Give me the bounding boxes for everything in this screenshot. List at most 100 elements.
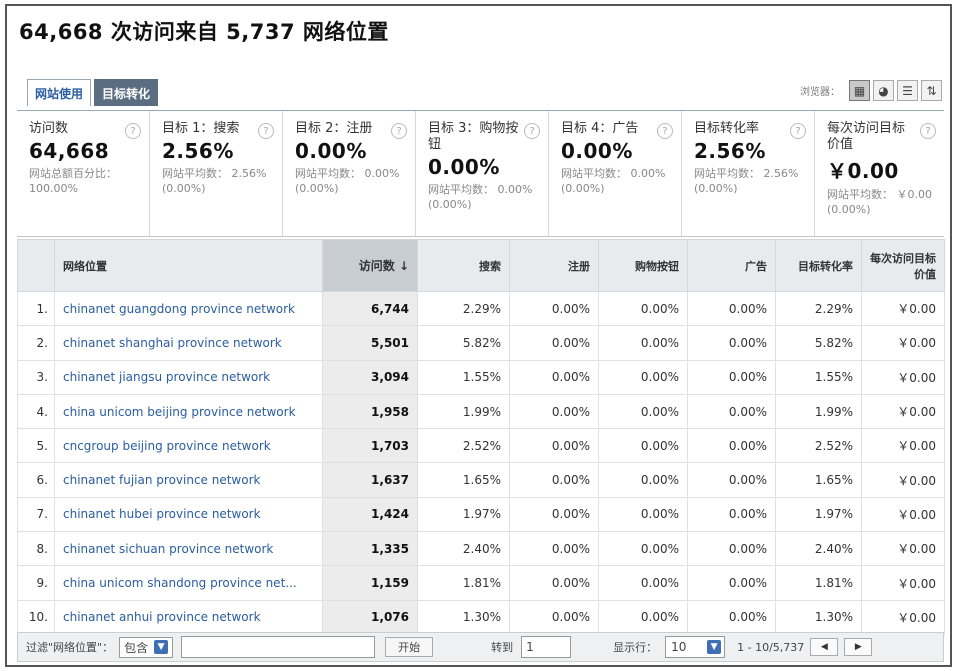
page-title: 64,668 次访问来自 5,737 网络位置 — [19, 20, 389, 44]
search-cell: 2.52% — [417, 428, 510, 464]
help-icon[interactable]: ? — [391, 123, 407, 139]
value-cell: ￥0.00 — [861, 428, 945, 464]
view-label: 浏览器： — [800, 87, 840, 98]
table-view-button[interactable]: ▦ — [849, 80, 870, 101]
rate-cell: 5.82% — [775, 325, 862, 361]
network-link[interactable]: china unicom shandong province net... — [54, 565, 323, 601]
ads-cell: 0.00% — [687, 290, 776, 327]
compare-icon: ⇅ — [926, 83, 937, 98]
table-row: 3. chinanet jiangsu province network 3,0… — [17, 359, 945, 395]
metric-sub: 网站平均数： 0.00% (0.00%) — [428, 183, 533, 211]
summary-metrics: 访问数 64,668 网站总额百分比： 100.00% ? 目标 1：搜索 2.… — [17, 110, 944, 237]
table-row: 2. chinanet shanghai province network 5,… — [17, 325, 945, 361]
rows-per-page-select[interactable]: 10 ▼ — [665, 636, 726, 658]
help-icon[interactable]: ? — [524, 123, 540, 139]
shopping-cell: 0.00% — [598, 565, 688, 601]
table-row: 9. china unicom shandong province net...… — [17, 565, 945, 601]
help-icon[interactable]: ? — [790, 123, 806, 139]
pie-chart-icon: ◕ — [878, 83, 889, 98]
metric-value: 64,668 — [29, 139, 110, 163]
pie-view-button[interactable]: ◕ — [873, 80, 894, 101]
shopping-cell: 0.00% — [598, 428, 688, 464]
help-icon[interactable]: ? — [125, 123, 141, 139]
table-row: 6. chinanet fujian province network 1,63… — [17, 462, 945, 498]
header-value-per-visit[interactable]: 每次访问目标价值 — [861, 239, 945, 292]
metric-value: 0.00% — [428, 155, 500, 179]
help-icon[interactable]: ? — [657, 123, 673, 139]
table-row: 4. china unicom beijing province network… — [17, 393, 945, 430]
header-search[interactable]: 搜索 — [417, 239, 510, 292]
rate-cell: 1.55% — [775, 359, 862, 395]
value-cell: ￥0.00 — [861, 565, 945, 601]
row-index: 5. — [17, 428, 55, 464]
help-icon[interactable]: ? — [258, 123, 274, 139]
metric-visits: 访问数 64,668 网站总额百分比： 100.00% ? — [17, 111, 150, 236]
metric-sub: 网站平均数： ￥0.00 (0.00%) — [827, 188, 932, 216]
filter-go-button[interactable]: 开始 — [385, 637, 434, 657]
network-link[interactable]: chinanet sichuan province network — [54, 531, 323, 567]
register-cell: 0.00% — [509, 496, 599, 533]
prev-page-button[interactable]: ◀ — [810, 638, 839, 656]
ads-cell: 0.00% — [687, 599, 776, 635]
header-conversion-rate[interactable]: 目标转化率 — [775, 239, 862, 292]
rate-cell: 2.40% — [775, 531, 862, 567]
performance-view-button[interactable]: ☰ — [897, 80, 918, 101]
page-input[interactable]: 1 — [521, 636, 572, 658]
visits-cell: 1,703 — [322, 428, 418, 464]
shopping-cell: 0.00% — [598, 290, 688, 327]
header-shopping-button[interactable]: 购物按钮 — [598, 239, 688, 292]
tab-site-usage[interactable]: 网站使用 — [27, 79, 92, 106]
metric-value: ￥0.00 — [827, 159, 899, 183]
table-header-row: 网络位置 访问数 ↓ 搜索 注册 购物按钮 广告 目标转化率 每次访问目标价值 — [17, 239, 945, 292]
search-cell: 2.40% — [417, 531, 510, 567]
shopping-cell: 0.00% — [598, 325, 688, 361]
value-cell: ￥0.00 — [861, 531, 945, 567]
rate-cell: 1.81% — [775, 565, 862, 601]
table-footer: 过滤"网络位置"： 包含 ▼ 开始 转到 1 显示行： 10 ▼ 1 - 10/… — [17, 632, 944, 662]
value-cell: ￥0.00 — [861, 325, 945, 361]
value-cell: ￥0.00 — [861, 290, 945, 327]
register-cell: 0.00% — [509, 531, 599, 567]
network-link[interactable]: chinanet guangdong province network — [54, 290, 323, 327]
register-cell: 0.00% — [509, 290, 599, 327]
header-ads[interactable]: 广告 — [687, 239, 776, 292]
chevron-down-icon: ▼ — [707, 640, 722, 654]
network-link[interactable]: cncgroup beijing province network — [54, 428, 323, 464]
next-page-button[interactable]: ▶ — [844, 638, 873, 656]
search-cell: 1.99% — [417, 393, 510, 430]
metric-value: 0.00% — [295, 139, 367, 163]
chevron-down-icon: ▼ — [154, 640, 169, 654]
tab-goal-conversion[interactable]: 目标转化 — [94, 79, 159, 106]
metric-value: 2.56% — [694, 139, 766, 163]
visits-cell: 1,076 — [322, 599, 418, 635]
help-icon[interactable]: ? — [920, 123, 936, 139]
search-cell: 2.29% — [417, 290, 510, 327]
visits-cell: 1,335 — [322, 531, 418, 567]
rows-label: 显示行： — [613, 641, 658, 654]
header-register[interactable]: 注册 — [509, 239, 599, 292]
metric-goal-2: 目标 2：注册 0.00% 网站平均数： 0.00% (0.00%) ? — [283, 111, 416, 236]
network-link[interactable]: chinanet anhui province network — [54, 599, 323, 635]
shopping-cell: 0.00% — [598, 359, 688, 395]
table-row: 7. chinanet hubei province network 1,424… — [17, 496, 945, 533]
network-link[interactable]: chinanet shanghai province network — [54, 325, 323, 361]
report-panel: 64,668 次访问来自 5,737 网络位置 网站使用 目标转化 浏览器： ▦… — [5, 4, 952, 667]
metric-goal-value: 每次访问目标价值 ￥0.00 网站平均数： ￥0.00 (0.00%) ? — [815, 111, 944, 236]
metric-sub: 网站平均数： 0.00% (0.00%) — [561, 167, 666, 195]
register-cell: 0.00% — [509, 599, 599, 635]
network-link[interactable]: chinanet fujian province network — [54, 462, 323, 498]
compare-view-button[interactable]: ⇅ — [921, 80, 942, 101]
row-index: 10. — [17, 599, 55, 635]
visits-cell: 1,637 — [322, 462, 418, 498]
header-network[interactable]: 网络位置 — [54, 239, 323, 292]
network-link[interactable]: china unicom beijing province network — [54, 393, 323, 430]
network-link[interactable]: chinanet jiangsu province network — [54, 359, 323, 395]
filter-mode-select[interactable]: 包含 ▼ — [119, 636, 174, 658]
filter-input[interactable] — [181, 636, 376, 658]
register-cell: 0.00% — [509, 359, 599, 395]
register-cell: 0.00% — [509, 325, 599, 361]
register-cell: 0.00% — [509, 428, 599, 464]
rows-per-page-value: 10 — [671, 640, 687, 654]
network-link[interactable]: chinanet hubei province network — [54, 496, 323, 533]
header-visits[interactable]: 访问数 ↓ — [322, 239, 418, 292]
